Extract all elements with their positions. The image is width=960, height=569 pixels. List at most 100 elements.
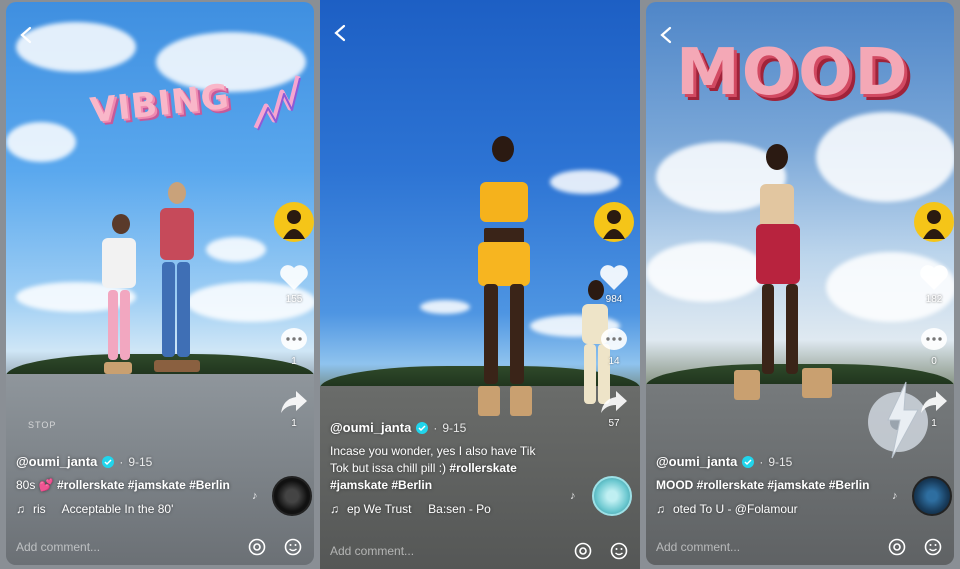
- music-row[interactable]: ♫ ris Acceptable In the 80': [16, 502, 236, 516]
- spinning-disc[interactable]: [912, 476, 952, 516]
- caption-text: Tok but issa chill pill :): [330, 461, 447, 475]
- post-date-sep: ·: [433, 420, 438, 435]
- music-note-icon: ♫: [16, 502, 25, 516]
- hearts-emoji-icon: 💕: [38, 478, 54, 492]
- video-meta: @oumi_janta · 9-15 MOOD #rollerskate #ja…: [656, 454, 906, 516]
- skater-left: [96, 212, 140, 382]
- verified-badge-icon: [742, 455, 755, 468]
- cloud: [206, 237, 266, 262]
- caption-text: 80s: [16, 478, 36, 492]
- share-arrow-icon[interactable]: [279, 389, 309, 415]
- verified-badge-icon: [416, 421, 429, 434]
- share-count: 1: [291, 418, 297, 429]
- skater-right: [154, 180, 200, 385]
- comment-bubble-icon[interactable]: [279, 327, 309, 353]
- spinning-disc[interactable]: [272, 476, 312, 516]
- emoji-icon[interactable]: [282, 536, 304, 558]
- share-arrow-icon[interactable]: [919, 389, 949, 415]
- post-date: 9-15: [128, 454, 153, 469]
- back-arrow-icon[interactable]: [332, 24, 350, 42]
- music-note-icon: ♪: [570, 490, 576, 502]
- like-count: 984: [605, 294, 623, 305]
- comment-bar: Add comment...: [646, 529, 954, 565]
- comment-action[interactable]: 0: [919, 327, 949, 367]
- avatar-silhouette-icon: [283, 210, 305, 239]
- like-action[interactable]: 155: [279, 264, 309, 305]
- comment-bar: Add comment...: [6, 529, 314, 565]
- emoji-icon[interactable]: [608, 540, 630, 562]
- share-action[interactable]: 57: [599, 389, 629, 429]
- share-action[interactable]: 1: [919, 389, 949, 429]
- like-count: 155: [285, 294, 303, 305]
- video-meta: @oumi_janta · 9-15 Incase you wonder, ye…: [330, 420, 570, 516]
- comment-count: 1: [291, 356, 297, 367]
- at-mention-icon[interactable]: [886, 536, 908, 558]
- music-row[interactable]: ♫ ep We Trust Ba:sen - Po: [330, 502, 550, 516]
- caption-text[interactable]: MOOD #rollerskate #jamskate #Berlin: [656, 478, 869, 492]
- comment-bubble-icon[interactable]: [599, 327, 629, 353]
- comment-action[interactable]: 1: [279, 327, 309, 367]
- share-count: 57: [608, 418, 620, 429]
- share-arrow-icon[interactable]: [599, 389, 629, 415]
- music-title: oted To U - @Folamour: [673, 502, 798, 516]
- back-arrow-icon[interactable]: [658, 26, 676, 44]
- action-column: 182 0 1: [912, 202, 954, 429]
- stop-sign-text: STOP: [28, 420, 57, 430]
- share-action[interactable]: 1: [279, 389, 309, 429]
- like-count: 182: [925, 294, 943, 305]
- squiggle-sticker: [253, 75, 301, 131]
- avatar-silhouette-icon: [603, 210, 625, 239]
- comment-input[interactable]: Add comment...: [330, 544, 558, 558]
- post-date-sep: ·: [759, 454, 764, 469]
- music-title: ris Acceptable In the 80': [33, 502, 174, 516]
- action-column: 984 14 57: [592, 202, 636, 429]
- comment-input[interactable]: Add comment...: [656, 540, 872, 554]
- skater-center: [448, 136, 558, 436]
- back-arrow-icon[interactable]: [18, 26, 36, 44]
- caption-hashtag[interactable]: #rollerskate: [449, 461, 516, 475]
- creator-handle[interactable]: @oumi_janta: [16, 454, 97, 469]
- like-action[interactable]: 984: [599, 264, 629, 305]
- mood-sticker: MOOD: [676, 36, 910, 110]
- music-note-icon: ♫: [656, 502, 665, 516]
- caption: Incase you wonder, yes I also have Tik T…: [330, 443, 570, 494]
- music-note-icon: ♫: [330, 502, 339, 516]
- comment-bar: Add comment...: [320, 533, 640, 569]
- caption: MOOD #rollerskate #jamskate #Berlin: [656, 477, 906, 494]
- comment-count: 0: [931, 356, 937, 367]
- emoji-icon[interactable]: [922, 536, 944, 558]
- at-mention-icon[interactable]: [572, 540, 594, 562]
- creator-handle[interactable]: @oumi_janta: [330, 420, 411, 435]
- creator-handle[interactable]: @oumi_janta: [656, 454, 737, 469]
- video-panel-1: VIBING STOP 155 1 1 ♪ @oumi_janta · 9-15…: [0, 0, 320, 569]
- cloud: [550, 170, 620, 194]
- post-date: 9-15: [442, 420, 467, 435]
- skater-center: [734, 144, 832, 409]
- video-panel-3: MOOD 182 0 1 ♪ @oumi_janta · 9-15 MOOD #…: [640, 0, 960, 569]
- heart-icon[interactable]: [279, 264, 309, 291]
- video-meta: @oumi_janta · 9-15 80s 💕 #rollerskate #j…: [16, 454, 266, 516]
- comment-action[interactable]: 14: [599, 327, 629, 367]
- caption-hashtags[interactable]: #rollerskate #jamskate #Berlin: [57, 478, 230, 492]
- share-count: 1: [931, 418, 937, 429]
- spinning-disc[interactable]: [592, 476, 632, 516]
- caption-hashtags[interactable]: #jamskate #Berlin: [330, 478, 432, 492]
- heart-icon[interactable]: [919, 264, 949, 291]
- at-mention-icon[interactable]: [246, 536, 268, 558]
- avatar[interactable]: [594, 202, 634, 242]
- music-title: ep We Trust Ba:sen - Po: [347, 502, 491, 516]
- music-row[interactable]: ♫ oted To U - @Folamour: [656, 502, 876, 516]
- heart-icon[interactable]: [599, 264, 629, 291]
- avatar-silhouette-icon: [923, 210, 945, 239]
- caption-line: Tok but issa chill pill :) #rollerskate: [330, 460, 570, 477]
- avatar[interactable]: [914, 202, 954, 242]
- caption-line: Incase you wonder, yes I also have Tik: [330, 444, 536, 458]
- comment-count: 14: [608, 356, 620, 367]
- cloud: [6, 122, 76, 162]
- comment-bubble-icon[interactable]: [919, 327, 949, 353]
- avatar[interactable]: [274, 202, 314, 242]
- comment-input[interactable]: Add comment...: [16, 540, 232, 554]
- verified-badge-icon: [102, 455, 115, 468]
- phone-screen: MOOD 182 0 1 ♪ @oumi_janta · 9-15 MOOD #…: [646, 2, 954, 565]
- like-action[interactable]: 182: [919, 264, 949, 305]
